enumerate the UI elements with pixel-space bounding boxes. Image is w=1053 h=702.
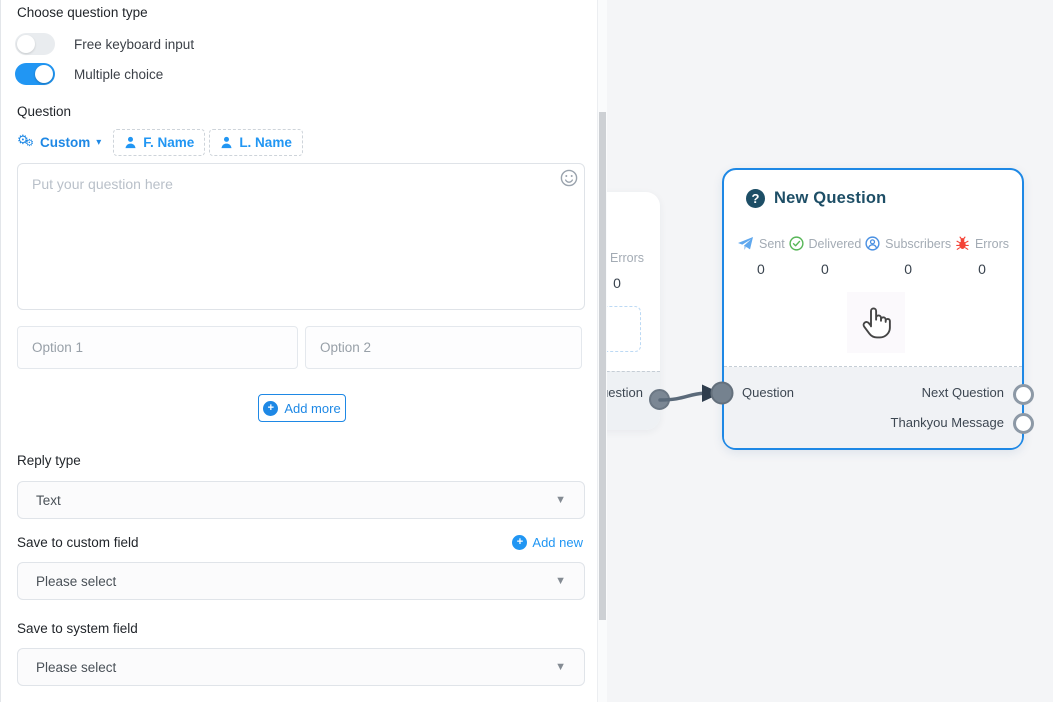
toggle-knob	[35, 65, 53, 83]
chevron-down-icon: ▼	[555, 661, 566, 673]
input-port-label: Question	[742, 385, 794, 400]
panel-scrollbar[interactable]	[598, 0, 607, 702]
errors-icon	[955, 236, 970, 251]
custom-field-value: Please select	[36, 574, 116, 589]
stat-label: Sent	[759, 237, 785, 251]
fname-chip[interactable]: F. Name	[113, 129, 205, 156]
chevron-down-icon: ▼	[555, 494, 566, 506]
stat-value: 0	[955, 261, 1009, 277]
gears-icon: ⚙⚙	[17, 135, 35, 151]
stat-value: 0	[789, 261, 862, 277]
emoji-icon[interactable]	[559, 168, 579, 188]
stat-errors: Errors 0	[955, 236, 1009, 277]
node-header: ? New Question	[746, 189, 886, 208]
output-port-label: Thankyou Message	[891, 415, 1004, 430]
new-question-node[interactable]: ? New Question Sent 0	[722, 168, 1024, 450]
add-new-link[interactable]: + Add new	[512, 535, 583, 550]
plus-icon: +	[512, 535, 527, 550]
custom-dropdown-button[interactable]: ⚙⚙ Custom ▾	[17, 135, 101, 151]
node-footer: Question Next Question Thankyou Message	[724, 367, 1022, 448]
reply-type-select[interactable]: Text ▼	[17, 481, 585, 519]
multiple-choice-toggle[interactable]	[15, 63, 55, 85]
free-keyboard-label: Free keyboard input	[74, 37, 194, 52]
cursor-overlay	[847, 292, 905, 353]
stat-sent: Sent 0	[737, 236, 785, 277]
system-field-select[interactable]: Please select ▼	[17, 648, 585, 686]
stat-delivered: Delivered 0	[789, 236, 862, 277]
option-2-input[interactable]	[305, 326, 582, 369]
delivered-icon	[789, 236, 804, 251]
scrollbar-thumb[interactable]	[599, 112, 606, 620]
system-field-value: Please select	[36, 660, 116, 675]
merge-tag-row: ⚙⚙ Custom ▾ F. Name L. Name	[17, 128, 307, 157]
person-icon	[124, 136, 137, 149]
plus-icon: +	[263, 401, 278, 416]
node-title: New Question	[774, 189, 886, 208]
hand-pointer-icon	[858, 303, 894, 343]
stat-label: Delivered	[809, 237, 862, 251]
toggle-knob	[17, 35, 35, 53]
stat-label: Errors	[975, 237, 1009, 251]
flow-builder-screen: Errors 0 Next Question ? New Question	[0, 0, 1053, 702]
save-system-field-label: Save to system field	[17, 621, 138, 636]
multiple-choice-toggle-row: Multiple choice	[15, 63, 163, 85]
stat-subscribers: Subscribers 0	[865, 236, 951, 277]
reply-type-label: Reply type	[17, 453, 81, 468]
output-port[interactable]	[649, 389, 670, 410]
node-stats: Sent 0 Delivered 0	[737, 236, 1009, 277]
add-more-button[interactable]: + Add more	[258, 394, 346, 422]
question-label: Question	[17, 104, 71, 119]
chip-label: F. Name	[143, 135, 194, 150]
thankyou-message-port[interactable]	[1013, 413, 1034, 434]
chevron-down-icon: ▾	[96, 137, 101, 148]
person-icon	[220, 136, 233, 149]
sent-icon	[737, 236, 754, 251]
multiple-choice-label: Multiple choice	[74, 67, 163, 82]
chevron-down-icon: ▼	[555, 575, 566, 587]
custom-button-label: Custom	[40, 135, 90, 150]
reply-type-value: Text	[36, 493, 61, 508]
add-more-label: Add more	[284, 401, 340, 416]
free-keyboard-toggle-row: Free keyboard input	[15, 33, 194, 55]
choose-question-type-label: Choose question type	[17, 5, 148, 20]
save-custom-field-label: Save to custom field	[17, 535, 139, 550]
question-textarea[interactable]	[17, 163, 585, 310]
stat-label: Errors	[610, 251, 644, 265]
question-mark-icon: ?	[746, 189, 765, 208]
next-question-port[interactable]	[1013, 384, 1034, 405]
subscribers-icon	[865, 236, 880, 251]
stat-label: Subscribers	[885, 237, 951, 251]
lname-chip[interactable]: L. Name	[209, 129, 303, 156]
custom-field-select[interactable]: Please select ▼	[17, 562, 585, 600]
stat-value: 0	[737, 261, 785, 277]
free-keyboard-toggle[interactable]	[15, 33, 55, 55]
output-port-label: Next Question	[922, 385, 1004, 400]
add-new-label: Add new	[532, 535, 583, 550]
stat-value: 0	[865, 261, 951, 277]
option-1-input[interactable]	[17, 326, 298, 369]
question-settings-panel: Choose question type Free keyboard input…	[0, 0, 598, 702]
chip-label: L. Name	[239, 135, 292, 150]
